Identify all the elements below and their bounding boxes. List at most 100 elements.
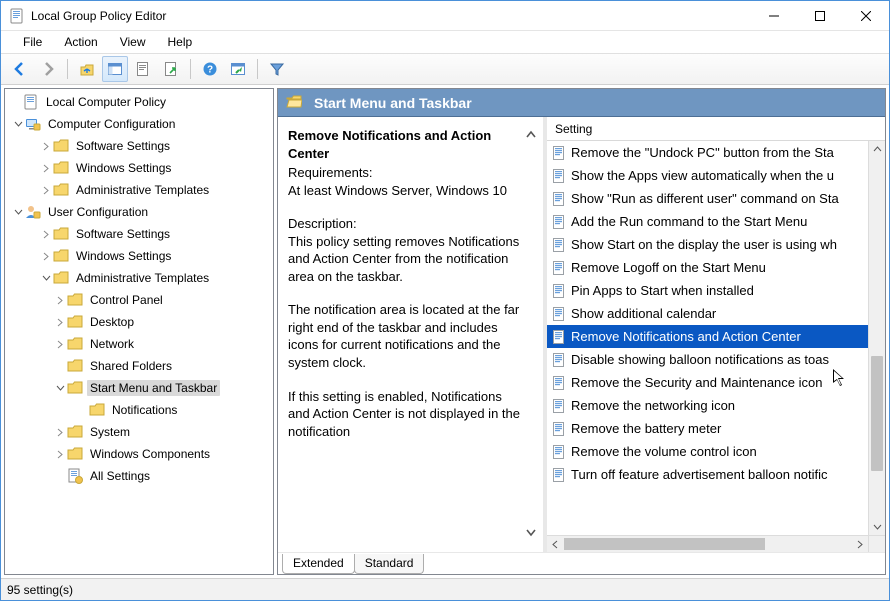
setting-row[interactable]: Remove the volume control icon xyxy=(547,440,868,463)
app-icon xyxy=(9,8,25,24)
horizontal-scrollbar[interactable] xyxy=(547,535,885,552)
show-hide-tree-button[interactable] xyxy=(102,56,128,82)
settings-list[interactable]: Remove the "Undock PC" button from the S… xyxy=(547,141,868,535)
menu-view[interactable]: View xyxy=(110,33,156,51)
menu-help[interactable]: Help xyxy=(158,33,203,51)
maximize-button[interactable] xyxy=(797,1,843,30)
chevron-right-icon[interactable] xyxy=(53,293,67,307)
tree-node-cc-admin[interactable]: Administrative Templates xyxy=(7,179,273,201)
tree-node-control-panel[interactable]: Control Panel xyxy=(7,289,273,311)
policy-root-icon xyxy=(23,94,39,110)
folder-icon xyxy=(89,402,105,418)
tree-node-uc-software[interactable]: Software Settings xyxy=(7,223,273,245)
scroll-thumb[interactable] xyxy=(564,538,765,550)
tree-node-cc-windows[interactable]: Windows Settings xyxy=(7,157,273,179)
setting-label: Remove the networking icon xyxy=(571,398,735,413)
chevron-down-icon[interactable] xyxy=(53,381,67,395)
tree-node-shared-folders[interactable]: Shared Folders xyxy=(7,355,273,377)
folder-open-icon xyxy=(286,94,302,112)
setting-row[interactable]: Show additional calendar xyxy=(547,302,868,325)
tree-node-uc-windows[interactable]: Windows Settings xyxy=(7,245,273,267)
twisty-icon[interactable] xyxy=(9,95,23,109)
tree-node-desktop[interactable]: Desktop xyxy=(7,311,273,333)
setting-label: Turn off feature advertisement balloon n… xyxy=(571,467,828,482)
statusbar: 95 setting(s) xyxy=(1,578,889,600)
folder-icon xyxy=(67,380,83,396)
folder-icon xyxy=(67,424,83,440)
scroll-left-icon[interactable] xyxy=(547,536,564,552)
chevron-right-icon[interactable] xyxy=(39,139,53,153)
user-icon xyxy=(25,204,41,220)
vertical-scrollbar[interactable] xyxy=(868,141,885,535)
forward-button[interactable] xyxy=(35,56,61,82)
tree-node-notifications[interactable]: Notifications xyxy=(7,399,273,421)
setting-row[interactable]: Remove Logoff on the Start Menu xyxy=(547,256,868,279)
scroll-up-icon[interactable] xyxy=(526,127,536,145)
chevron-right-icon[interactable] xyxy=(39,227,53,241)
svg-text:?: ? xyxy=(207,65,213,76)
tab-standard[interactable]: Standard xyxy=(354,554,425,574)
scroll-thumb[interactable] xyxy=(871,356,883,471)
setting-row[interactable]: Add the Run command to the Start Menu xyxy=(547,210,868,233)
setting-row[interactable]: Remove the "Undock PC" button from the S… xyxy=(547,141,868,164)
scroll-right-icon[interactable] xyxy=(851,536,868,552)
tree-node-windows-components[interactable]: Windows Components xyxy=(7,443,273,465)
setting-row[interactable]: Remove the networking icon xyxy=(547,394,868,417)
tree-node-uc-admin[interactable]: Administrative Templates xyxy=(7,267,273,289)
scroll-down-icon[interactable] xyxy=(526,524,536,542)
tree-label: All Settings xyxy=(87,468,153,484)
help-button[interactable]: ? xyxy=(197,56,223,82)
chevron-right-icon[interactable] xyxy=(53,425,67,439)
chevron-right-icon[interactable] xyxy=(39,249,53,263)
setting-row[interactable]: Remove Notifications and Action Center xyxy=(547,325,868,348)
setting-icon xyxy=(551,375,567,391)
setting-row[interactable]: Show Start on the display the user is us… xyxy=(547,233,868,256)
setting-row[interactable]: Show "Run as different user" command on … xyxy=(547,187,868,210)
properties-button[interactable] xyxy=(130,56,156,82)
folder-icon xyxy=(53,138,69,154)
chevron-down-icon[interactable] xyxy=(11,205,25,219)
setting-row[interactable]: Disable showing balloon notifications as… xyxy=(547,348,868,371)
menu-action[interactable]: Action xyxy=(54,33,107,51)
setting-row[interactable]: Remove the battery meter xyxy=(547,417,868,440)
chevron-right-icon[interactable] xyxy=(53,337,67,351)
scroll-up-icon[interactable] xyxy=(869,141,885,158)
tree-node-computer-config[interactable]: Computer Configuration xyxy=(7,113,273,135)
filter-options-button[interactable] xyxy=(225,56,251,82)
tree-node-root[interactable]: Local Computer Policy xyxy=(7,91,273,113)
tree-node-all-settings[interactable]: All Settings xyxy=(7,465,273,487)
chevron-right-icon[interactable] xyxy=(39,161,53,175)
setting-row[interactable]: Remove the Security and Maintenance icon xyxy=(547,371,868,394)
tree-node-system[interactable]: System xyxy=(7,421,273,443)
tree-label: Desktop xyxy=(87,314,137,330)
chevron-right-icon[interactable] xyxy=(39,183,53,197)
close-button[interactable] xyxy=(843,1,889,30)
minimize-button[interactable] xyxy=(751,1,797,30)
filter-button[interactable] xyxy=(264,56,290,82)
chevron-down-icon[interactable] xyxy=(11,117,25,131)
setting-row[interactable]: Turn off feature advertisement balloon n… xyxy=(547,463,868,486)
setting-row[interactable]: Pin Apps to Start when installed xyxy=(547,279,868,302)
description-scrollbar[interactable] xyxy=(523,127,539,542)
scroll-down-icon[interactable] xyxy=(869,518,885,535)
chevron-right-icon[interactable] xyxy=(53,315,67,329)
export-button[interactable] xyxy=(158,56,184,82)
tree-node-network[interactable]: Network xyxy=(7,333,273,355)
tab-extended[interactable]: Extended xyxy=(282,554,355,574)
back-button[interactable] xyxy=(7,56,33,82)
folder-icon xyxy=(67,446,83,462)
description-panel: Remove Notifications and Action Center R… xyxy=(278,117,543,552)
up-level-button[interactable] xyxy=(74,56,100,82)
menu-file[interactable]: File xyxy=(13,33,52,51)
window-title: Local Group Policy Editor xyxy=(31,9,166,23)
tree-node-start-menu[interactable]: Start Menu and Taskbar xyxy=(7,377,273,399)
settings-column-header[interactable]: Setting xyxy=(547,117,885,141)
description-text-2: The notification area is located at the … xyxy=(288,301,523,371)
tree-node-user-config[interactable]: User Configuration xyxy=(7,201,273,223)
setting-row[interactable]: Show the Apps view automatically when th… xyxy=(547,164,868,187)
chevron-down-icon[interactable] xyxy=(39,271,53,285)
titlebar: Local Group Policy Editor xyxy=(1,1,889,31)
tree-node-cc-software[interactable]: Software Settings xyxy=(7,135,273,157)
tree-panel[interactable]: Local Computer Policy Computer Configura… xyxy=(4,88,274,575)
chevron-right-icon[interactable] xyxy=(53,447,67,461)
